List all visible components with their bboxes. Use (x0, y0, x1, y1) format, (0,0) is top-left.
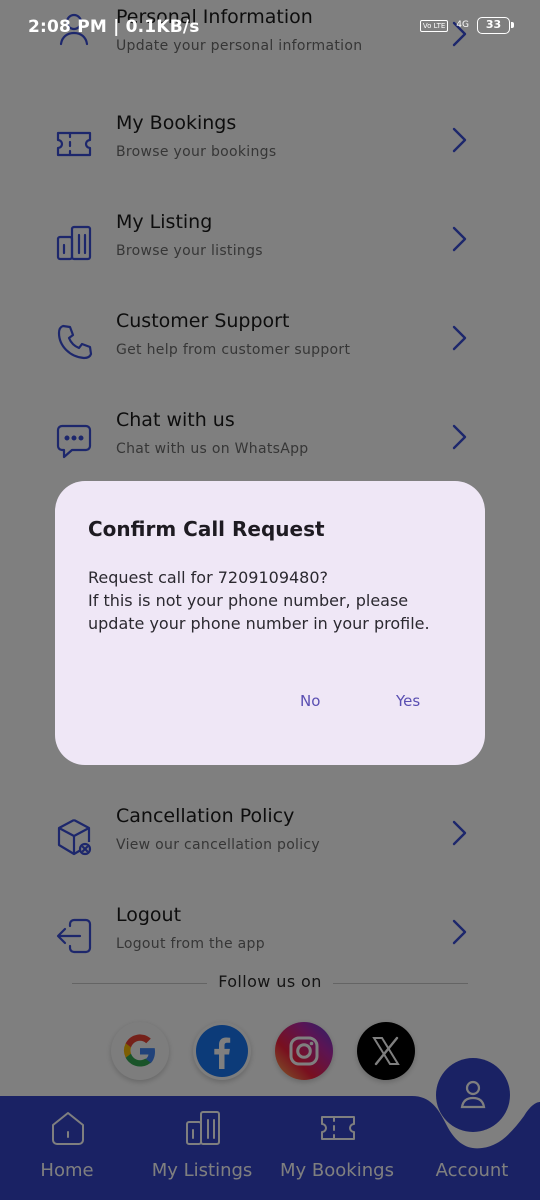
dialog-line: Request call for 7209109480? (88, 568, 329, 587)
dialog-message: Request call for 7209109480? If this is … (88, 566, 468, 635)
volte-badge: Vo LTE (419, 19, 449, 32)
status-bar: 2:08 PM | 0.1KB/s Vo LTE 4G 33 (0, 0, 540, 56)
dialog-line: If this is not your phone number, please (88, 591, 409, 610)
no-button[interactable]: No (292, 688, 328, 714)
confirm-call-dialog: Confirm Call Request Request call for 72… (55, 481, 485, 765)
dialog-title: Confirm Call Request (88, 517, 325, 541)
network-indicator: 4G (456, 20, 469, 30)
dialog-line: update your phone number in your profile… (88, 614, 430, 633)
battery-indicator: 33 (477, 17, 514, 34)
yes-button[interactable]: Yes (388, 688, 428, 714)
status-time: 2:08 PM | 0.1KB/s (28, 17, 200, 37)
status-indicators: Vo LTE 4G 33 (419, 17, 514, 34)
account-page: 2:08 PM | 0.1KB/s Vo LTE 4G 33 Personal … (0, 0, 540, 1200)
